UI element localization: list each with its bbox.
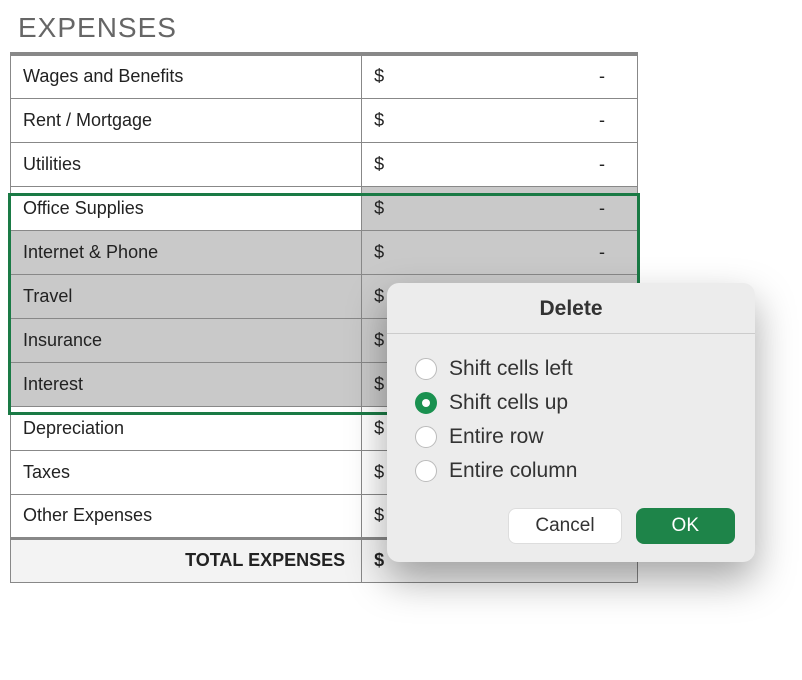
radio-label: Shift cells left	[449, 357, 573, 381]
currency-symbol: $	[374, 66, 384, 87]
currency-symbol: $	[374, 462, 384, 483]
value-dash: -	[599, 242, 625, 263]
currency-symbol: $	[374, 110, 384, 131]
currency-symbol: $	[374, 154, 384, 175]
currency-symbol: $	[374, 418, 384, 439]
table-row[interactable]: Rent / Mortgage $ -	[11, 98, 638, 142]
value-dash: -	[599, 66, 625, 87]
currency-symbol: $	[374, 242, 384, 263]
value-dash: -	[599, 198, 625, 219]
expense-label[interactable]: Utilities	[11, 142, 362, 186]
table-row[interactable]: Office Supplies $ -	[11, 186, 638, 230]
expense-label[interactable]: Depreciation	[11, 406, 362, 450]
expense-label[interactable]: Interest	[11, 362, 362, 406]
radio-entire-column[interactable]: Entire column	[415, 454, 731, 488]
radio-entire-row[interactable]: Entire row	[415, 420, 731, 454]
radio-label: Shift cells up	[449, 391, 568, 415]
total-label[interactable]: TOTAL EXPENSES	[11, 538, 362, 582]
expense-label[interactable]: Other Expenses	[11, 494, 362, 538]
ok-button[interactable]: OK	[636, 508, 735, 544]
dialog-buttons: Cancel OK	[387, 496, 755, 562]
currency-symbol: $	[374, 505, 384, 526]
expense-label[interactable]: Travel	[11, 274, 362, 318]
table-row[interactable]: Wages and Benefits $ -	[11, 54, 638, 98]
expense-value[interactable]: $ -	[362, 98, 638, 142]
radio-icon-checked	[415, 392, 437, 414]
table-row[interactable]: Utilities $ -	[11, 142, 638, 186]
currency-symbol: $	[374, 374, 384, 395]
radio-shift-cells-up[interactable]: Shift cells up	[415, 386, 731, 420]
value-dash: -	[599, 110, 625, 131]
radio-label: Entire row	[449, 425, 544, 449]
expense-label[interactable]: Taxes	[11, 450, 362, 494]
currency-symbol: $	[374, 198, 384, 219]
section-heading: EXPENSES	[0, 0, 802, 52]
radio-icon	[415, 460, 437, 482]
radio-icon	[415, 358, 437, 380]
expense-label[interactable]: Wages and Benefits	[11, 54, 362, 98]
expense-label[interactable]: Insurance	[11, 318, 362, 362]
dialog-body: Shift cells left Shift cells up Entire r…	[387, 334, 755, 496]
radio-label: Entire column	[449, 459, 577, 483]
dialog-title: Delete	[387, 283, 755, 334]
cancel-button[interactable]: Cancel	[508, 508, 621, 544]
radio-shift-cells-left[interactable]: Shift cells left	[415, 352, 731, 386]
currency-symbol: $	[374, 550, 384, 571]
expense-label[interactable]: Office Supplies	[11, 186, 362, 230]
delete-dialog: Delete Shift cells left Shift cells up E…	[387, 283, 755, 562]
table-row[interactable]: Internet & Phone $ -	[11, 230, 638, 274]
value-dash: -	[599, 154, 625, 175]
expense-value[interactable]: $ -	[362, 230, 638, 274]
currency-symbol: $	[374, 286, 384, 307]
expense-label[interactable]: Rent / Mortgage	[11, 98, 362, 142]
expense-value[interactable]: $ -	[362, 142, 638, 186]
expense-value[interactable]: $ -	[362, 186, 638, 230]
expense-label[interactable]: Internet & Phone	[11, 230, 362, 274]
currency-symbol: $	[374, 330, 384, 351]
expense-value[interactable]: $ -	[362, 54, 638, 98]
radio-icon	[415, 426, 437, 448]
